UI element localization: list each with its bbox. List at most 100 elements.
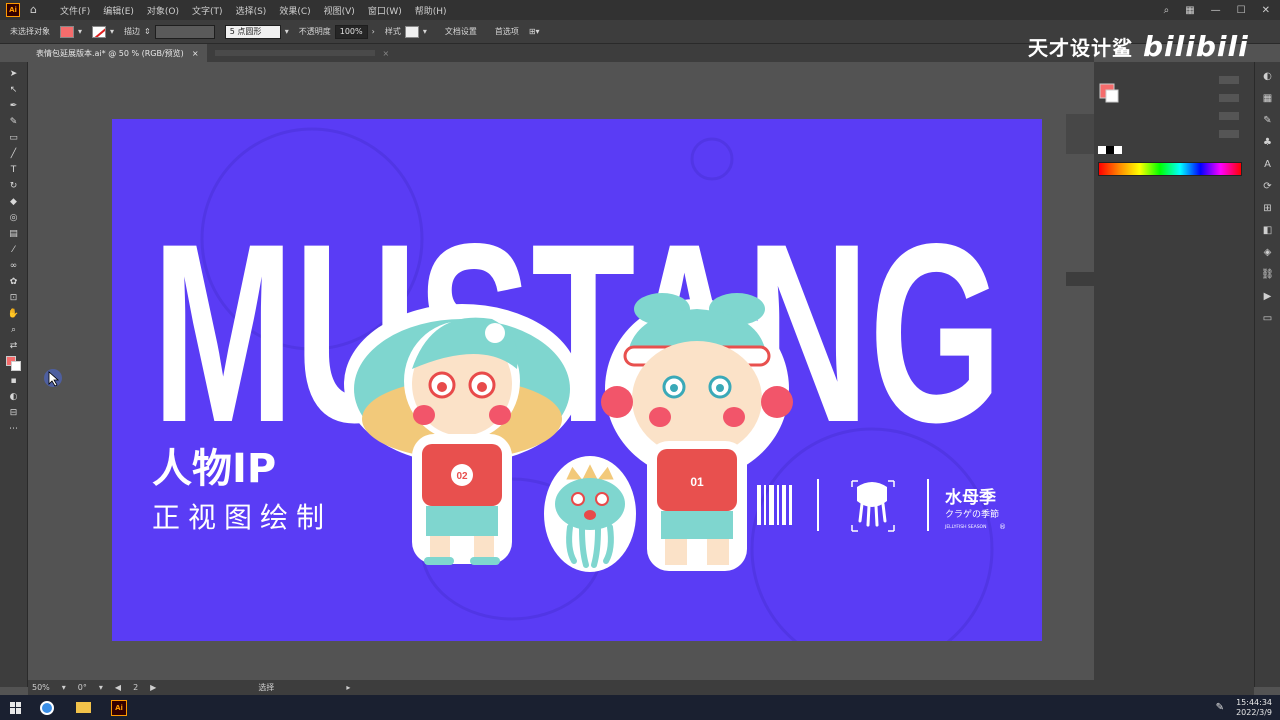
opacity-field[interactable]: 100% bbox=[334, 24, 368, 39]
line-tool-icon[interactable]: ╱ bbox=[7, 148, 21, 161]
stroke-style-field[interactable]: 5 点圆形 bbox=[224, 24, 281, 39]
artboard-number[interactable]: 2 bbox=[133, 683, 138, 692]
chevron-down-icon[interactable]: ▾ bbox=[110, 27, 114, 36]
artboard-next-icon[interactable]: ▶ bbox=[150, 683, 156, 692]
stepper-icon[interactable]: ⇕ bbox=[144, 27, 151, 36]
stroke-color-swatch[interactable] bbox=[10, 361, 21, 371]
layers-panel-icon[interactable]: ◈ bbox=[1261, 246, 1275, 260]
fill-stroke-swatches[interactable] bbox=[5, 356, 22, 372]
tab-document-2[interactable]: × bbox=[207, 44, 398, 62]
swatches-panel-icon[interactable]: ▦ bbox=[1261, 92, 1275, 106]
fill-control[interactable]: ▾ bbox=[60, 25, 82, 38]
menu-object[interactable]: 对象(O) bbox=[147, 4, 179, 17]
rectangle-tool-icon[interactable]: ▭ bbox=[7, 132, 21, 145]
menu-help[interactable]: 帮助(H) bbox=[415, 4, 447, 17]
eraser-tool-icon[interactable]: ◆ bbox=[7, 196, 21, 209]
file-explorer-icon[interactable] bbox=[72, 697, 94, 719]
close-icon[interactable]: × bbox=[383, 49, 390, 58]
browser-icon[interactable] bbox=[36, 697, 58, 719]
play-panel-icon[interactable]: ▶ bbox=[1261, 290, 1275, 304]
style-label: 样式 bbox=[384, 27, 401, 36]
rotation-value[interactable]: 0° bbox=[78, 683, 87, 692]
opacity-control[interactable]: 不透明度 100% › bbox=[299, 24, 375, 39]
properties-panel bbox=[1094, 62, 1254, 687]
windows-start-icon[interactable] bbox=[10, 701, 22, 714]
chevron-down-icon[interactable]: ▾ bbox=[423, 27, 427, 36]
illustrator-taskbar-icon[interactable]: Ai bbox=[108, 697, 130, 719]
minimize-icon[interactable]: — bbox=[1211, 5, 1221, 16]
stroke-swatch[interactable] bbox=[92, 25, 107, 38]
brushes-panel-icon[interactable]: ✎ bbox=[1261, 114, 1275, 128]
artboard-tool-icon[interactable]: ⊡ bbox=[7, 292, 21, 305]
stroke-weight[interactable]: 描边 ⇕ bbox=[124, 24, 215, 39]
doc-setup-button[interactable]: 文档设置 bbox=[445, 26, 477, 37]
stroke-style-control[interactable]: 5 点圆形 ▾ bbox=[224, 24, 289, 39]
pathfinder-panel-icon[interactable]: ◧ bbox=[1261, 224, 1275, 238]
chevron-down-icon[interactable]: ▾ bbox=[62, 683, 66, 692]
menu-view[interactable]: 视图(V) bbox=[324, 4, 355, 17]
style-control[interactable]: 样式 ▾ bbox=[384, 25, 427, 38]
links-panel-icon[interactable]: ⛓ bbox=[1261, 268, 1275, 282]
shape-builder-tool-icon[interactable]: ◎ bbox=[7, 212, 21, 225]
search-icon[interactable]: ⌕ bbox=[1164, 5, 1170, 16]
style-swatch[interactable] bbox=[404, 25, 419, 38]
color-mode-icon[interactable]: ▪ bbox=[7, 375, 21, 388]
slider-m bbox=[1219, 94, 1239, 102]
fill-swatch[interactable] bbox=[60, 25, 74, 38]
chevron-right-icon[interactable]: ▸ bbox=[346, 683, 350, 692]
document-tabs: 表情包延展版本.ai* @ 50 % (RGB/预览) × × bbox=[28, 44, 1094, 62]
transform-panel-icon[interactable]: ⟳ bbox=[1261, 180, 1275, 194]
arrange-icon[interactable]: ⊞▾ bbox=[529, 27, 540, 36]
character-panel-icon[interactable]: A bbox=[1261, 158, 1275, 172]
zoom-tool-icon[interactable]: ⌕ bbox=[7, 324, 21, 337]
pen-icon[interactable]: ✎ bbox=[1216, 702, 1224, 713]
artboard[interactable]: MUSTANG 02 01 水母季 クラゲの季節 JELLYFISH SEASO… bbox=[112, 119, 1042, 641]
pen-tool-icon[interactable]: ✒ bbox=[7, 100, 21, 113]
system-clock[interactable]: 15:44:34 2022/3/9 bbox=[1236, 698, 1272, 718]
chevron-down-icon[interactable]: ▾ bbox=[285, 27, 289, 36]
menu-type[interactable]: 文字(T) bbox=[192, 4, 223, 17]
chevron-down-icon[interactable]: ▾ bbox=[78, 27, 82, 36]
opacity-label[interactable]: 不透明度 bbox=[299, 26, 331, 37]
more-tools-icon[interactable]: ⋯ bbox=[7, 423, 21, 436]
gradient-tool-icon[interactable]: ▤ bbox=[7, 228, 21, 241]
swap-colors-icon[interactable]: ⇄ bbox=[7, 340, 21, 353]
preferences-button[interactable]: 首选项 bbox=[495, 26, 519, 37]
swatch-panel-graphic bbox=[1098, 76, 1239, 154]
menu-select[interactable]: 选择(S) bbox=[236, 4, 267, 17]
workspace-icon[interactable]: ▦ bbox=[1185, 5, 1194, 16]
collapsed-panel-icons[interactable] bbox=[1066, 114, 1094, 154]
selection-tool-icon[interactable]: ➤ bbox=[7, 68, 21, 81]
type-tool-icon[interactable]: T bbox=[7, 164, 21, 177]
maximize-icon[interactable]: ☐ bbox=[1237, 5, 1246, 16]
chevron-down-icon[interactable]: ▾ bbox=[99, 683, 103, 692]
screen-mode-icon[interactable]: ⊟ bbox=[7, 407, 21, 420]
direct-selection-tool-icon[interactable]: ↖ bbox=[7, 84, 21, 97]
symbols-panel-icon[interactable]: ♣ bbox=[1261, 136, 1275, 150]
windows-taskbar: Ai ✎ 15:44:34 2022/3/9 bbox=[0, 695, 1280, 720]
menu-edit[interactable]: 编辑(E) bbox=[103, 4, 134, 17]
home-icon[interactable]: ⌂ bbox=[30, 4, 42, 16]
artboard-prev-icon[interactable]: ◀ bbox=[115, 683, 121, 692]
rotate-tool-icon[interactable]: ↻ bbox=[7, 180, 21, 193]
tab-document[interactable]: 表情包延展版本.ai* @ 50 % (RGB/预览) × bbox=[28, 44, 207, 62]
symbol-sprayer-icon[interactable]: ✿ bbox=[7, 276, 21, 289]
close-icon[interactable]: × bbox=[192, 49, 199, 58]
align-panel-icon[interactable]: ⊞ bbox=[1261, 202, 1275, 216]
zoom-level[interactable]: 50% bbox=[32, 683, 50, 692]
comments-panel-icon[interactable]: ▭ bbox=[1261, 312, 1275, 326]
stroke-control[interactable]: ▾ bbox=[92, 25, 114, 38]
close-window-icon[interactable]: ✕ bbox=[1262, 5, 1270, 16]
menu-file[interactable]: 文件(F) bbox=[60, 4, 90, 17]
menu-window[interactable]: 窗口(W) bbox=[368, 4, 402, 17]
eyedropper-tool-icon[interactable]: ⁄ bbox=[7, 244, 21, 257]
blend-tool-icon[interactable]: ∞ bbox=[7, 260, 21, 273]
color-spectrum[interactable] bbox=[1098, 162, 1242, 176]
stroke-weight-field[interactable] bbox=[154, 24, 215, 39]
draw-mode-icon[interactable]: ◐ bbox=[7, 391, 21, 404]
hand-tool-icon[interactable]: ✋ bbox=[7, 308, 21, 321]
menu-effect[interactable]: 效果(C) bbox=[279, 4, 310, 17]
curvature-tool-icon[interactable]: ✎ bbox=[7, 116, 21, 129]
chevron-right-icon[interactable]: › bbox=[372, 27, 375, 36]
color-panel-icon[interactable]: ◐ bbox=[1261, 70, 1275, 84]
